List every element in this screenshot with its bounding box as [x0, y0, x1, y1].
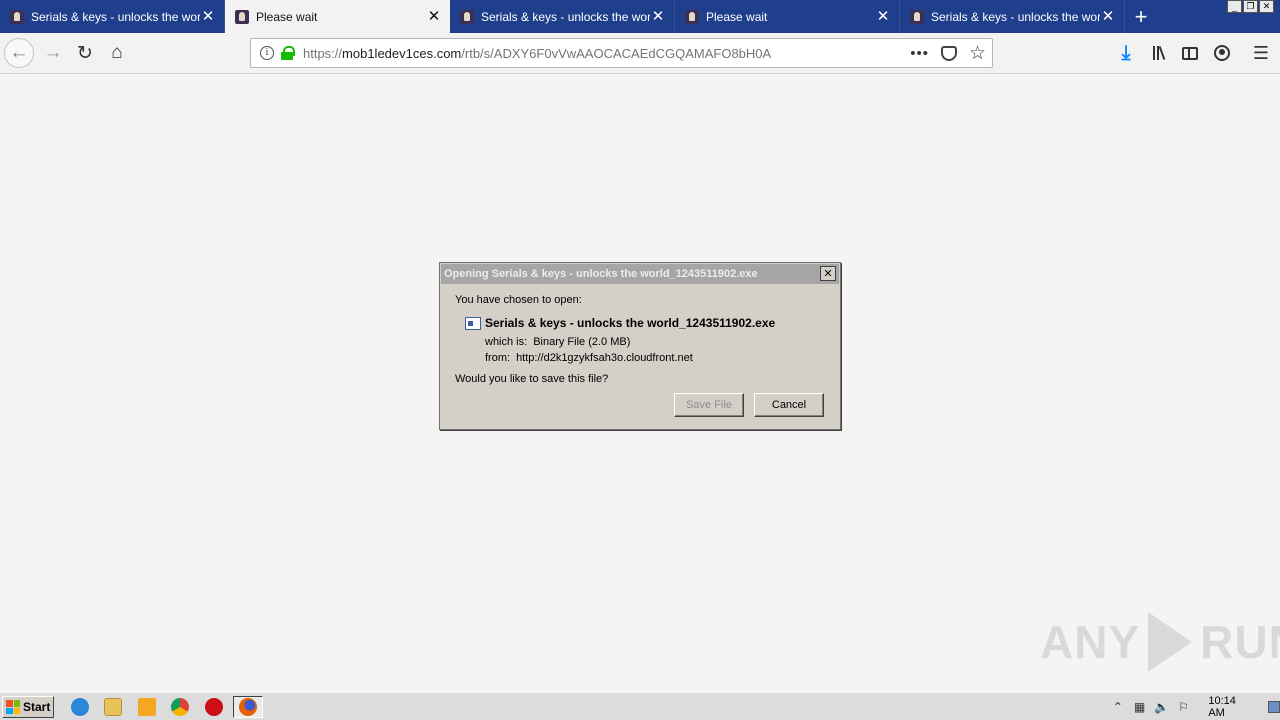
chrome-icon[interactable]	[171, 698, 189, 716]
anyrun-watermark: ANY RUN	[1040, 612, 1280, 672]
start-label: Start	[23, 700, 51, 714]
tab-title: Please wait	[706, 9, 768, 24]
watermark-text-left: ANY	[1040, 616, 1141, 668]
action-center-flag-icon[interactable]: ⚐	[1177, 700, 1191, 714]
home-icon: ⌂	[111, 42, 123, 63]
account-icon	[1214, 45, 1230, 61]
show-hidden-icons-icon[interactable]: ⌃	[1111, 700, 1125, 714]
system-tray: ⌃ ▦ 🔈 ⚐ 10:14 AM	[1105, 695, 1280, 719]
tab-title: Please wait	[256, 9, 318, 24]
file-source-value: http://d2k1gzykfsah3o.cloudfront.net	[516, 352, 693, 364]
file-type-value: Binary File (2.0 MB)	[533, 336, 631, 348]
tab-title: Serials & keys - unlocks the world	[31, 9, 200, 24]
hamburger-menu-icon: ☰	[1252, 42, 1270, 63]
clock[interactable]: 10:14 AM	[1208, 695, 1254, 719]
minimize-icon[interactable]: _	[1227, 0, 1242, 13]
browser-tab[interactable]: Serials & keys - unlocks the world ✕	[0, 0, 225, 33]
reload-button[interactable]: ↻	[70, 38, 100, 68]
tab-title: Serials & keys - unlocks the world	[931, 9, 1100, 24]
address-bar[interactable]: i https://mob1ledev1ces.com/rtb/s/ADXY6F…	[250, 38, 993, 68]
window-controls: _ ❐ ✕	[1227, 0, 1274, 13]
account-button[interactable]	[1208, 38, 1236, 68]
site-favicon-icon	[10, 9, 24, 24]
site-favicon-icon	[685, 9, 699, 24]
start-button[interactable]: Start	[2, 696, 54, 718]
page-actions: ••• ☆	[910, 44, 992, 63]
watermark-text-right: RUN	[1200, 616, 1280, 668]
app-menu-button[interactable]: ☰	[1247, 38, 1275, 68]
tab-close-icon[interactable]: ✕	[426, 9, 442, 25]
home-button[interactable]: ⌂	[102, 38, 132, 68]
tab-close-icon[interactable]: ✕	[1100, 9, 1116, 25]
save-file-button[interactable]: Save File	[674, 393, 744, 417]
sidebar-icon	[1182, 46, 1198, 60]
file-type-row: which is: Binary File (2.0 MB)	[485, 336, 630, 348]
site-favicon-icon	[235, 9, 249, 24]
tab-title: Serials & keys - unlocks the world	[481, 9, 650, 24]
which-is-label: which is:	[485, 336, 528, 348]
window-close-icon[interactable]: ✕	[1259, 0, 1274, 13]
file-type-icon	[465, 317, 481, 330]
play-logo-icon	[1148, 612, 1193, 672]
browser-tab[interactable]: Please wait ✕	[225, 0, 450, 33]
file-explorer-icon[interactable]	[104, 698, 122, 716]
opera-icon[interactable]	[205, 698, 223, 716]
tab-close-icon[interactable]: ✕	[875, 9, 891, 25]
url-domain: mob1ledev1ces.com	[342, 45, 462, 61]
url-text[interactable]: https://mob1ledev1ces.com/rtb/s/ADXY6F0v…	[303, 46, 771, 61]
firefox-icon	[239, 698, 257, 716]
url-path: /rtb/s/ADXY6F0vVwAAOCACAEdCGQAMAFO8bH0A	[461, 45, 772, 61]
download-dialog: Opening Serials & keys - unlocks the wor…	[439, 262, 841, 430]
tab-close-icon[interactable]: ✕	[200, 9, 216, 25]
tab-strip: Serials & keys - unlocks the world ✕ Ple…	[0, 0, 1280, 33]
browser-tab[interactable]: Serials & keys - unlocks the world ✕	[900, 0, 1125, 33]
volume-icon[interactable]: 🔈	[1154, 700, 1169, 714]
restore-icon[interactable]: ❐	[1243, 0, 1258, 13]
pocket-icon[interactable]	[940, 45, 957, 61]
dialog-filename: Serials & keys - unlocks the world_12435…	[485, 316, 776, 330]
forward-button[interactable]: →	[38, 38, 68, 68]
media-player-icon[interactable]	[138, 698, 156, 716]
internet-explorer-icon[interactable]	[71, 698, 89, 716]
new-tab-button[interactable]: +	[1125, 0, 1157, 33]
tab-close-icon[interactable]: ✕	[650, 9, 666, 25]
library-icon	[1153, 46, 1166, 60]
file-source-row: from: http://d2k1gzykfsah3o.cloudfront.n…	[485, 352, 693, 364]
arrow-left-icon: ←	[9, 42, 29, 63]
download-arrow-icon: ⤓	[1121, 41, 1131, 64]
dialog-question: Would you like to save this file?	[455, 373, 609, 385]
firefox-taskbar-button[interactable]	[233, 696, 263, 718]
arrow-right-icon: →	[43, 42, 63, 63]
site-favicon-icon	[460, 9, 474, 24]
network-icon[interactable]: ▦	[1133, 700, 1147, 714]
taskbar: Start ⌃ ▦ 🔈 ⚐ 10:14 AM	[0, 692, 1280, 720]
dialog-body: You have chosen to open: Serials & keys …	[440, 285, 840, 429]
back-button[interactable]: ←	[4, 38, 34, 68]
browser-tab[interactable]: Please wait ✕	[675, 0, 900, 33]
site-info-icon[interactable]: i	[260, 46, 274, 60]
navigation-toolbar: ← → ↻ ⌂ i https://mob1ledev1ces.com/rtb/…	[0, 33, 1280, 74]
lock-icon[interactable]	[281, 46, 295, 60]
dialog-title: Opening Serials & keys - unlocks the wor…	[441, 264, 839, 284]
dialog-close-icon[interactable]: ✕	[820, 266, 836, 281]
cancel-button[interactable]: Cancel	[754, 393, 824, 417]
dialog-prompt: You have chosen to open:	[455, 294, 582, 306]
browser-tab[interactable]: Serials & keys - unlocks the world ✕	[450, 0, 675, 33]
page-actions-menu-icon[interactable]: •••	[910, 45, 929, 62]
windows-logo-icon	[6, 700, 20, 714]
library-button[interactable]	[1144, 38, 1172, 68]
from-label: from:	[485, 352, 511, 364]
bookmark-star-icon[interactable]: ☆	[969, 44, 986, 63]
sidebar-button[interactable]	[1176, 38, 1204, 68]
show-desktop-icon[interactable]	[1268, 701, 1280, 713]
url-scheme: https://	[303, 45, 343, 61]
downloads-button[interactable]: ⤓	[1112, 38, 1140, 68]
site-favicon-icon	[910, 9, 924, 24]
reload-icon: ↻	[77, 42, 93, 64]
